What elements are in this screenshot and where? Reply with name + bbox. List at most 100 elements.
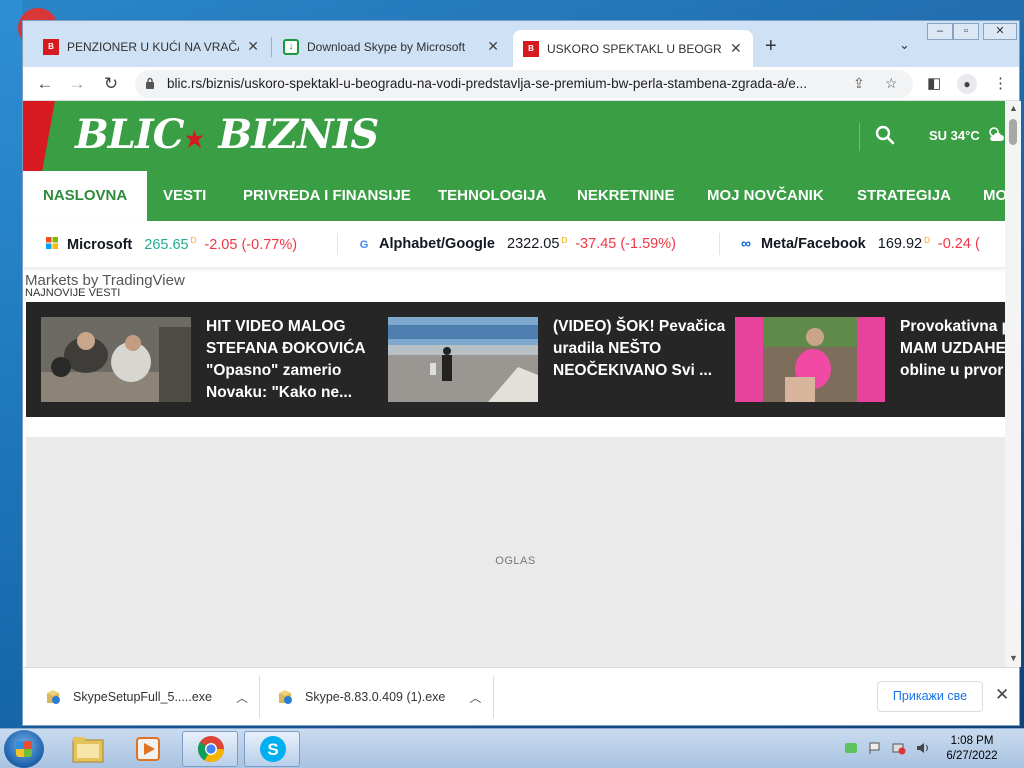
close-icon[interactable]: ✕ xyxy=(247,38,259,55)
start-button[interactable] xyxy=(4,730,44,768)
profile-icon[interactable]: ● xyxy=(957,74,977,94)
ticker-item-google[interactable]: G Alphabet/Google 2322.05 D -37.45 (-1.5… xyxy=(357,236,676,252)
share-icon[interactable]: ⇪ xyxy=(853,75,865,92)
download-item[interactable]: Skype-8.83.0.409 (1).exe ︿ xyxy=(277,668,481,726)
close-icon[interactable]: ✕ xyxy=(487,38,499,55)
clock-date: 6/27/2022 xyxy=(946,750,998,762)
news-title[interactable]: (VIDEO) ŠOK! Pevačica uradila NEŠTO NEOČ… xyxy=(553,316,728,382)
delayed-indicator-icon: D xyxy=(561,236,568,245)
minimize-button[interactable]: – xyxy=(927,23,953,40)
meta-icon: ∞ xyxy=(741,235,751,251)
tab-skype-download[interactable]: ↓ Download Skype by Microsoft ✕ xyxy=(273,30,509,63)
close-icon[interactable]: ✕ xyxy=(730,40,742,57)
side-panel-icon[interactable]: ◧ xyxy=(927,74,941,92)
url-text[interactable]: blic.rs/biznis/uskoro-spektakl-u-beograd… xyxy=(167,76,847,91)
download-filename: SkypeSetupFull_5.....exe xyxy=(73,690,212,704)
logo-burst-icon xyxy=(185,130,204,148)
news-card[interactable]: (VIDEO) ŠOK! Pevačica uradila NEŠTO NEOČ… xyxy=(388,317,728,402)
close-window-button[interactable]: ✕ xyxy=(983,23,1017,40)
taskbar-media-player[interactable] xyxy=(120,731,176,767)
ticker-price: 169.92 xyxy=(877,236,923,252)
desktop-background xyxy=(0,0,22,728)
download-separator xyxy=(493,676,494,718)
ticker-item-microsoft[interactable]: Microsoft 265.65 D -2.05 (-0.77%) xyxy=(45,236,297,253)
blic-icon: B xyxy=(43,38,59,55)
nav-item-privreda[interactable]: PRIVREDA I FINANSIJE xyxy=(243,171,411,221)
forward-button[interactable]: → xyxy=(65,72,89,96)
site-header: BLIC BIZNIS SU 34°C xyxy=(23,101,1005,171)
maximize-button[interactable]: ▫ xyxy=(953,23,979,40)
taskbar: S 1:08 PM 6/27/2022 xyxy=(0,728,1024,768)
news-title[interactable]: Provokativna ponovo MAM UZDAHE: Bujn obl… xyxy=(900,317,1005,382)
logo-biznis: BIZNIS xyxy=(218,111,379,158)
site-logo[interactable]: BLIC BIZNIS xyxy=(75,111,379,158)
ticker-change: -0.24 ( xyxy=(937,236,980,252)
download-separator xyxy=(259,676,260,718)
ticker-separator xyxy=(719,233,720,255)
chevron-up-icon[interactable]: ︿ xyxy=(469,689,481,706)
flag-icon[interactable] xyxy=(868,741,882,755)
brand-flag xyxy=(23,101,55,171)
tab-title: PENZIONER U KUĆI NA VRAČAR xyxy=(67,39,240,54)
volume-icon[interactable] xyxy=(916,741,930,755)
ticker-item-meta[interactable]: ∞ Meta/Facebook 169.92 D -0.24 ( xyxy=(739,235,980,252)
address-bar[interactable]: blic.rs/biznis/uskoro-spektakl-u-beograd… xyxy=(135,70,913,98)
download-icon: ↓ xyxy=(283,38,299,55)
browser-window: B PENZIONER U KUĆI NA VRAČAR ✕ ↓ Downloa… xyxy=(22,20,1021,726)
scroll-down-icon[interactable]: ▼ xyxy=(1009,653,1018,663)
taskbar-explorer[interactable] xyxy=(60,731,116,767)
google-icon: G xyxy=(359,239,369,251)
logo-blic: BLIC xyxy=(75,111,184,158)
news-card[interactable]: HIT VIDEO MALOG STEFANA ĐOKOVIĆA "Opasno… xyxy=(41,317,381,402)
nav-item-moj-novcanik[interactable]: MOJ NOVČANIK xyxy=(707,171,824,221)
news-card[interactable]: Provokativna ponovo MAM UZDAHE: Bujn obl… xyxy=(735,317,1005,402)
ticker-change: -2.05 (-0.77%) xyxy=(204,237,298,253)
page-scrollbar[interactable]: ▲ ▼ xyxy=(1005,101,1021,667)
network-status-icon[interactable] xyxy=(844,741,858,755)
show-all-downloads-button[interactable]: Прикажи све xyxy=(877,681,983,712)
latest-news-label: NAJNOVIJE VESTI xyxy=(25,287,121,299)
close-icon[interactable]: ✕ xyxy=(995,685,1009,705)
news-thumbnail[interactable] xyxy=(41,317,191,402)
ticker-separator xyxy=(337,233,338,255)
back-button[interactable]: ← xyxy=(33,72,57,96)
ticker-name: Microsoft xyxy=(67,237,133,253)
taskbar-chrome[interactable] xyxy=(182,731,238,767)
tab-separator xyxy=(271,37,272,57)
clock-time: 1:08 PM xyxy=(950,735,994,747)
news-thumbnail[interactable] xyxy=(735,317,885,402)
nav-item-nekretnine[interactable]: NEKRETNINE xyxy=(577,171,675,221)
nav-item-tehnologija[interactable]: TEHNOLOGIJA xyxy=(438,171,546,221)
download-item[interactable]: SkypeSetupFull_5.....exe ︿ xyxy=(45,668,248,726)
news-title[interactable]: HIT VIDEO MALOG STEFANA ĐOKOVIĆA "Opasno… xyxy=(206,316,381,404)
scroll-up-icon[interactable]: ▲ xyxy=(1009,103,1018,113)
folder-icon xyxy=(72,737,104,763)
menu-icon[interactable]: ⋮ xyxy=(993,74,1008,92)
search-icon[interactable] xyxy=(875,125,895,145)
nav-item-vesti[interactable]: VESTI xyxy=(163,171,206,221)
new-tab-button[interactable]: + xyxy=(765,35,777,58)
tab-title: USKORO SPEKTAKL U BEOGRAD xyxy=(547,41,722,56)
chevron-up-icon[interactable]: ︿ xyxy=(236,689,248,706)
tab-penzioner[interactable]: B PENZIONER U KUĆI NA VRAČAR ✕ xyxy=(33,30,269,63)
system-clock[interactable]: 1:08 PM 6/27/2022 xyxy=(940,734,1004,764)
microsoft-icon xyxy=(45,236,59,250)
network-warning-icon[interactable] xyxy=(892,741,906,755)
stock-ticker: Microsoft 265.65 D -2.05 (-0.77%) G Alph… xyxy=(23,221,1005,267)
bookmark-star-icon[interactable]: ☆ xyxy=(885,75,898,92)
main-nav: NASLOVNA VESTI PRIVREDA I FINANSIJE TEHN… xyxy=(23,171,1005,221)
nav-item-more[interactable]: MO xyxy=(983,171,1005,221)
installer-icon xyxy=(279,690,292,704)
reload-button[interactable]: ↻ xyxy=(99,72,123,96)
tab-search-button[interactable]: ⌄ xyxy=(899,37,910,53)
delayed-indicator-icon: D xyxy=(924,236,930,245)
delayed-indicator-icon: D xyxy=(190,236,197,245)
news-thumbnail[interactable] xyxy=(388,317,538,402)
nav-item-naslovna[interactable]: NASLOVNA xyxy=(23,171,148,221)
taskbar-skype[interactable]: S xyxy=(244,731,300,767)
tab-uskoro-spektakl[interactable]: B USKORO SPEKTAKL U BEOGRAD ✕ xyxy=(513,30,753,67)
weather-partly-cloudy-icon xyxy=(989,127,1004,141)
tab-title: Download Skype by Microsoft xyxy=(307,39,466,54)
scroll-thumb[interactable] xyxy=(1009,119,1017,145)
nav-item-strategija[interactable]: STRATEGIJA xyxy=(857,171,951,221)
